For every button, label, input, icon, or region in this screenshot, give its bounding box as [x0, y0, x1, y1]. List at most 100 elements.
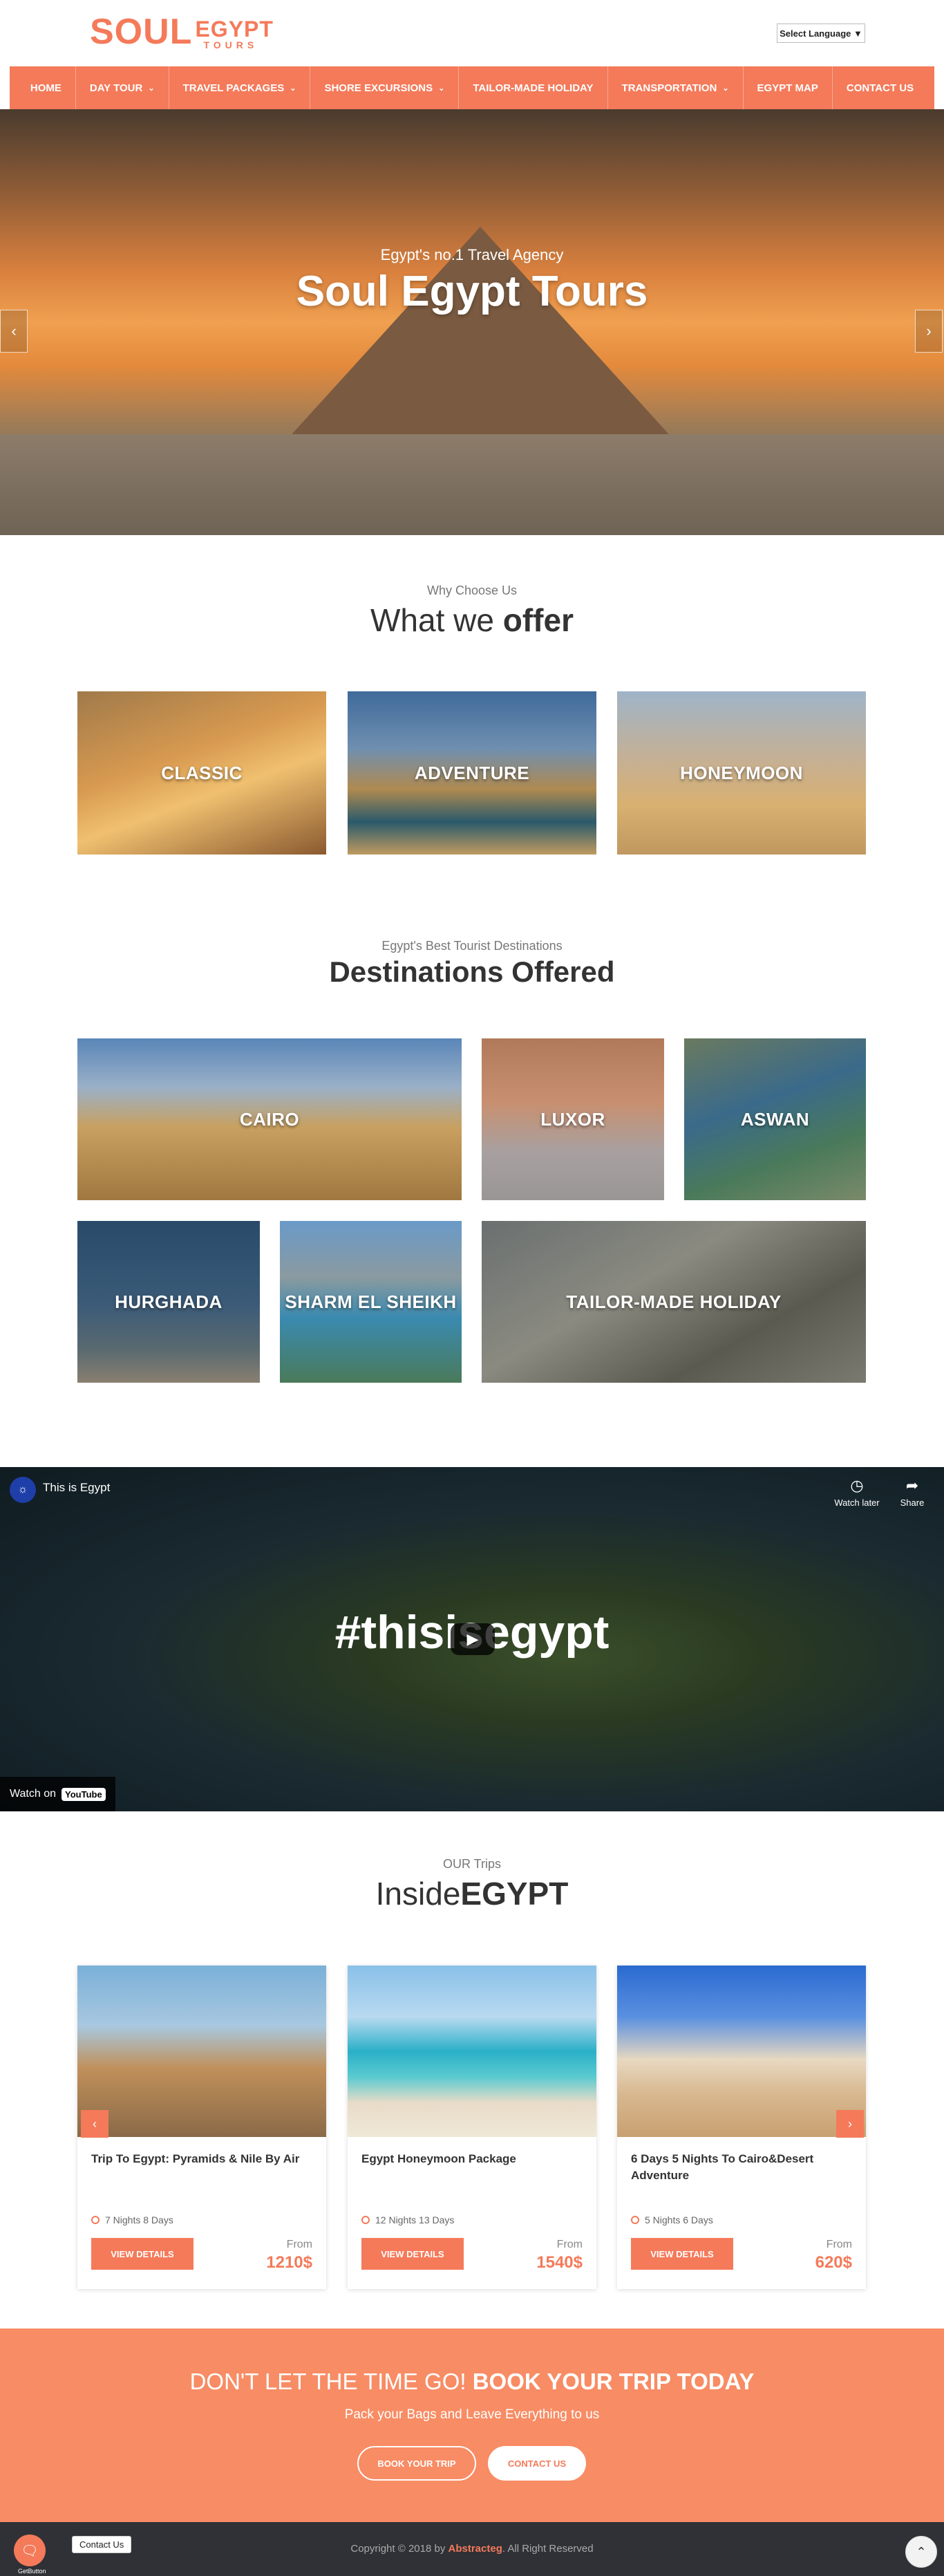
- tile-label: LUXOR: [540, 1108, 605, 1130]
- chevron-down-icon: ⌄: [148, 84, 155, 93]
- destinations-kicker: Egypt's Best Tourist Destinations: [381, 939, 563, 953]
- offer-heading-light: What we: [370, 602, 503, 638]
- youtube-logo: YouTube: [62, 1787, 106, 1801]
- tile-label: ADVENTURE: [414, 762, 530, 783]
- watch-later-button[interactable]: ◷ Watch later: [829, 1477, 885, 1508]
- contact-us-button[interactable]: CONTACT US: [488, 2446, 586, 2481]
- tile-label: SHARM EL SHEIKH: [285, 1291, 457, 1312]
- watch-later-label: Watch later: [834, 1497, 880, 1508]
- chevron-up-icon[interactable]: ⌃: [905, 2536, 937, 2568]
- cta-title-bold: BOOK YOUR TRIP TODAY: [472, 2369, 755, 2394]
- nav-label: TRAVEL PACKAGES: [182, 82, 285, 94]
- chevron-right-icon[interactable]: ›: [915, 310, 943, 353]
- price-value: 1540$: [536, 2253, 583, 2272]
- getbutton-label: GetButton: [18, 2568, 46, 2575]
- watch-on-label: Watch on: [10, 1788, 56, 1800]
- nav-label: TRANSPORTATION: [621, 82, 717, 94]
- book-your-trip-button[interactable]: BOOK YOUR TRIP: [357, 2446, 476, 2481]
- nav-label: DAY TOUR: [89, 82, 143, 94]
- clock-icon: [91, 2216, 100, 2224]
- price-from-label: From: [286, 2239, 312, 2250]
- logo-soul: SOUL: [90, 12, 193, 52]
- chevron-down-icon: ⌄: [722, 84, 729, 93]
- trip-card-title[interactable]: Egypt Honeymoon Package: [361, 2151, 583, 2167]
- duration-label: 5 Nights 6 Days: [645, 2214, 713, 2225]
- nav-tailor-made[interactable]: TAILOR-MADE HOLIDAY: [459, 66, 608, 109]
- duration-label: 12 Nights 13 Days: [375, 2214, 455, 2225]
- destination-tile-hurghada[interactable]: HURGHADA: [77, 1221, 260, 1383]
- trip-card-duration: 7 Nights 8 Days: [91, 2214, 173, 2225]
- offer-heading-bold: offer: [502, 602, 574, 638]
- clock-icon: ◷: [850, 1477, 864, 1494]
- duration-label: 7 Nights 8 Days: [105, 2214, 173, 2225]
- trip-card-image[interactable]: [617, 1966, 866, 2137]
- cta-title: DON'T LET THE TIME GO! BOOK YOUR TRIP TO…: [0, 2369, 944, 2395]
- clock-icon: [361, 2216, 370, 2224]
- share-button[interactable]: ➦ Share: [885, 1477, 940, 1508]
- header: SOUL EGYPT TOURS Select Language ▼: [0, 0, 944, 66]
- trip-card[interactable]: Trip To Egypt: Pyramids & Nile By Air 7 …: [77, 1966, 326, 2289]
- copyright-text-end: . All Right Reserved: [502, 2543, 594, 2555]
- offer-heading: What we offer: [0, 601, 944, 639]
- nav-travel-packages[interactable]: TRAVEL PACKAGES ⌄: [169, 66, 311, 109]
- chevron-left-icon[interactable]: ‹: [0, 310, 28, 353]
- watch-on-youtube[interactable]: Watch on YouTube: [0, 1777, 115, 1811]
- video-title[interactable]: This is Egypt: [43, 1481, 110, 1495]
- nav-day-tour[interactable]: DAY TOUR ⌄: [76, 66, 169, 109]
- trip-card-title[interactable]: 6 Days 5 Nights To Cairo&Desert Adventur…: [631, 2151, 852, 2184]
- trip-card-duration: 12 Nights 13 Days: [361, 2214, 454, 2225]
- play-icon[interactable]: ▶: [451, 1623, 495, 1655]
- trip-card-title[interactable]: Trip To Egypt: Pyramids & Nile By Air: [91, 2151, 312, 2167]
- destination-tile-luxor[interactable]: LUXOR: [482, 1038, 664, 1200]
- view-details-button[interactable]: VIEW DETAILS: [631, 2238, 733, 2270]
- tile-label: TAILOR-MADE HOLIDAY: [566, 1291, 782, 1312]
- offer-tile-honeymoon[interactable]: HONEYMOON: [617, 691, 866, 855]
- logo[interactable]: SOUL EGYPT TOURS: [90, 14, 274, 50]
- destination-tile-tailor-made[interactable]: TAILOR-MADE HOLIDAY: [482, 1221, 866, 1383]
- hero-ground: [0, 434, 944, 535]
- view-details-button[interactable]: VIEW DETAILS: [91, 2238, 193, 2270]
- chat-bubble-icon[interactable]: 🗨: [14, 2535, 46, 2566]
- nav-label: SHORE EXCURSIONS: [324, 82, 433, 94]
- nav-shore-excursions[interactable]: SHORE EXCURSIONS ⌄: [310, 66, 460, 109]
- nav-egypt-map[interactable]: EGYPT MAP: [744, 66, 833, 109]
- hero-subtitle: Egypt's no.1 Travel Agency: [380, 246, 564, 263]
- copyright: Copyright © 2018 by Abstracteg. All Righ…: [0, 2543, 944, 2555]
- copyright-brand-link[interactable]: Abstracteg: [449, 2543, 502, 2555]
- cta-title-light: DON'T LET THE TIME GO!: [189, 2369, 473, 2394]
- logo-tours: TOURS: [203, 39, 258, 50]
- trip-card[interactable]: Egypt Honeymoon Package 12 Nights 13 Day…: [348, 1966, 596, 2289]
- destination-tile-sharm-el-sheikh[interactable]: SHARM EL SHEIKH: [280, 1221, 462, 1383]
- cta-subtitle: Pack your Bags and Leave Everything to u…: [344, 2407, 600, 2422]
- chevron-down-icon: ⌄: [438, 84, 445, 93]
- share-icon: ➦: [905, 1477, 919, 1494]
- nav-transportation[interactable]: TRANSPORTATION ⌄: [608, 66, 744, 109]
- nav-contact-us[interactable]: CONTACT US: [833, 66, 927, 109]
- contact-us-tooltip[interactable]: Contact Us: [72, 2536, 132, 2553]
- language-select[interactable]: Select Language ▼: [777, 24, 865, 43]
- price-value: 1210$: [266, 2253, 312, 2272]
- destination-tile-cairo[interactable]: CAIRO: [77, 1038, 462, 1200]
- youtube-video-embed[interactable]: ☼ This is Egypt ◷Watch later ➦Share #thi…: [0, 1467, 944, 1811]
- chevron-left-icon[interactable]: ‹: [81, 2110, 108, 2138]
- trip-card-image[interactable]: [77, 1966, 326, 2137]
- nav-home[interactable]: HOME: [17, 66, 76, 109]
- trip-card[interactable]: 6 Days 5 Nights To Cairo&Desert Adventur…: [617, 1966, 866, 2289]
- channel-avatar[interactable]: ☼: [10, 1477, 36, 1503]
- destination-tile-aswan[interactable]: ASWAN: [684, 1038, 866, 1200]
- clock-icon: [631, 2216, 639, 2224]
- offer-tile-classic[interactable]: CLASSIC: [77, 691, 326, 855]
- hero-slider: Egypt's no.1 Travel Agency Soul Egypt To…: [0, 109, 944, 535]
- hero-title: Soul Egypt Tours: [296, 268, 648, 315]
- trip-card-image[interactable]: [348, 1966, 596, 2137]
- trips-heading: InsideEGYPT: [0, 1875, 944, 1912]
- view-details-button[interactable]: VIEW DETAILS: [361, 2238, 464, 2270]
- tile-label: CLASSIC: [161, 762, 243, 783]
- chevron-right-icon[interactable]: ›: [836, 2110, 864, 2138]
- copyright-text: Copyright © 2018 by: [350, 2543, 449, 2555]
- tile-label: HURGHADA: [115, 1291, 223, 1312]
- trip-card-duration: 5 Nights 6 Days: [631, 2214, 713, 2225]
- offer-tile-adventure[interactable]: ADVENTURE: [348, 691, 596, 855]
- footer: Copyright © 2018 by Abstracteg. All Righ…: [0, 2522, 944, 2576]
- main-nav: HOME DAY TOUR ⌄ TRAVEL PACKAGES ⌄ SHORE EX…: [10, 66, 934, 109]
